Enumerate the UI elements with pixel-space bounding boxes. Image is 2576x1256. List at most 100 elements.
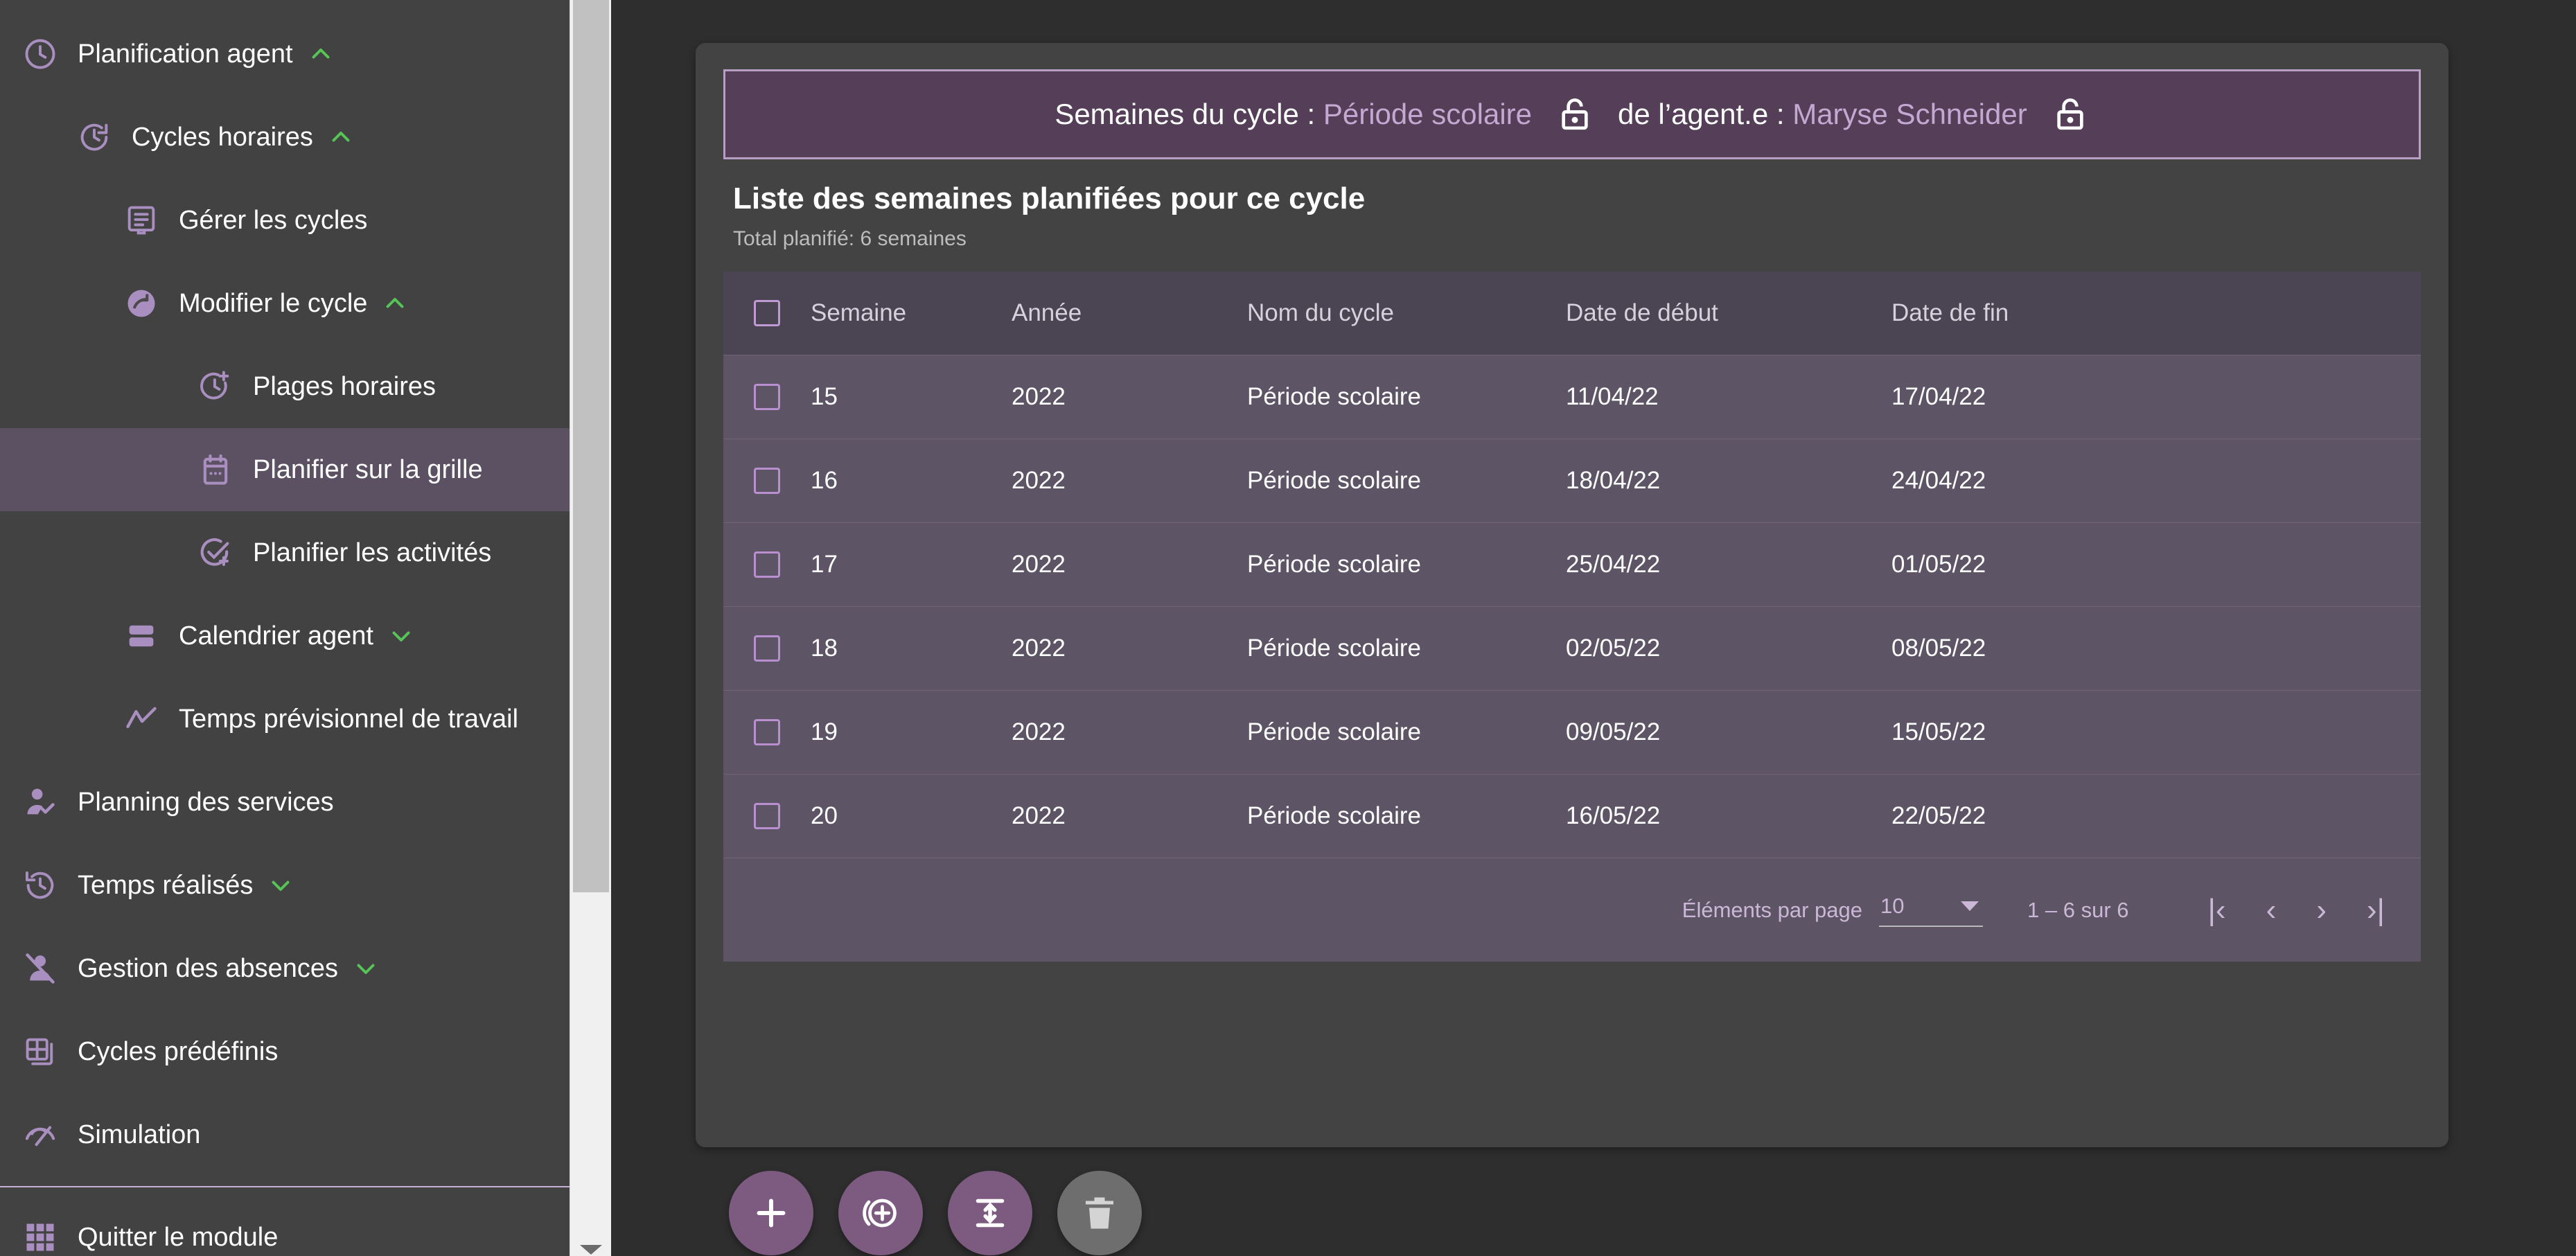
table-body: 15 2022 Période scolaire 11/04/22 17/04/22 16…: [723, 355, 2421, 858]
app-root: Planification agent Cycles horaires Gérer …: [0, 0, 2576, 1256]
row-select-cell: [723, 719, 806, 745]
sidebar-item-label: Planifier sur la grille: [253, 455, 483, 484]
sidebar-item-plages-horaires[interactable]: Plages horaires: [0, 345, 611, 428]
row-checkbox[interactable]: [754, 551, 780, 578]
row-checkbox[interactable]: [754, 635, 780, 662]
first-page-button[interactable]: |‹: [2205, 894, 2229, 926]
sidebar-item-temps-previsionnel-de-travail[interactable]: Temps prévisionnel de travail: [0, 678, 611, 761]
height-button[interactable]: [948, 1171, 1032, 1255]
row-checkbox[interactable]: [754, 803, 780, 829]
cell-semaine: 16: [811, 467, 838, 494]
sidebar-item-label: Gérer les cycles: [179, 206, 368, 235]
cell-nom: Période scolaire: [1247, 551, 1421, 578]
page-title: Liste des semaines planifiées pour ce cy…: [733, 182, 1366, 215]
previous-page-button[interactable]: ‹: [2264, 894, 2279, 926]
sidebar-item-simulation[interactable]: Simulation: [0, 1093, 611, 1176]
column-header-nom-du-cycle[interactable]: Nom du cycle: [1243, 299, 1562, 327]
sidebar-item-cycles-horaires[interactable]: Cycles horaires: [0, 96, 611, 179]
weeks-table: Semaine Année Nom du cycle Date de début…: [723, 272, 2421, 962]
check-circle-plus-icon: [197, 535, 233, 571]
sidebar-item-label: Temps prévisionnel de travail: [179, 705, 519, 734]
action-buttons: [729, 1171, 1142, 1255]
row-select-cell: [723, 635, 806, 662]
chevron-down-icon[interactable]: [389, 623, 414, 648]
chevron-up-icon[interactable]: [382, 291, 407, 316]
add-button[interactable]: [729, 1171, 813, 1255]
sidebar-item-planning-des-services[interactable]: Planning des services: [0, 761, 611, 844]
items-per-page-select[interactable]: 10: [1879, 894, 1984, 927]
column-header-date-de-debut[interactable]: Date de début: [1562, 299, 1887, 327]
sidebar-item-label: Cycles horaires: [132, 123, 313, 152]
next-page-button[interactable]: ›: [2313, 894, 2329, 926]
sidebar-item-planifier-les-activites[interactable]: Planifier les activités: [0, 511, 611, 594]
sidebar: Planification agent Cycles horaires Gérer …: [0, 0, 611, 1256]
table-row[interactable]: 18 2022 Période scolaire 02/05/22 08/05/22: [723, 606, 2421, 690]
cell-semaine: 17: [811, 551, 838, 578]
table-row[interactable]: 20 2022 Période scolaire 16/05/22 22/05/22: [723, 774, 2421, 858]
column-header-semaine[interactable]: Semaine: [806, 299, 1007, 327]
cell-nom: Période scolaire: [1247, 635, 1421, 662]
sidebar-item-gestion-des-absences[interactable]: Gestion des absences: [0, 927, 611, 1010]
sidebar-item-label: Cycles prédéfinis: [78, 1037, 279, 1066]
sidebar-scrollbar-thumb[interactable]: [573, 0, 609, 892]
table-header-row: Semaine Année Nom du cycle Date de début…: [723, 272, 2421, 355]
select-all-checkbox[interactable]: [754, 300, 780, 326]
scroll-down-arrow-icon[interactable]: [579, 1245, 602, 1255]
row-checkbox[interactable]: [754, 468, 780, 494]
chevron-down-icon[interactable]: [268, 873, 293, 898]
row-select-cell: [723, 384, 806, 410]
cell-debut: 09/05/22: [1566, 718, 1661, 745]
cell-annee: 2022: [1012, 467, 1066, 494]
chevron-up-icon[interactable]: [308, 42, 333, 67]
cell-debut: 02/05/22: [1566, 635, 1661, 662]
row-select-cell: [723, 551, 806, 578]
unlock-icon-cycle[interactable]: [1555, 95, 1594, 134]
predefined-cycle-icon: [22, 1034, 58, 1070]
cell-fin: 22/05/22: [1891, 802, 1986, 829]
cell-semaine: 15: [811, 383, 838, 410]
cell-fin: 01/05/22: [1891, 551, 1986, 578]
items-per-page-label: Éléments par page: [1682, 897, 1863, 922]
sidebar-item-planifier-sur-la-grille[interactable]: Planifier sur la grille: [0, 428, 611, 511]
chevron-down-icon[interactable]: [353, 956, 378, 981]
cell-annee: 2022: [1012, 383, 1066, 410]
sidebar-item-modifier-le-cycle[interactable]: Modifier le cycle: [0, 262, 611, 345]
sidebar-item-temps-realises[interactable]: Temps réalisés: [0, 844, 611, 927]
cell-semaine: 19: [811, 718, 838, 745]
row-checkbox[interactable]: [754, 384, 780, 410]
last-page-button[interactable]: ›|: [2364, 894, 2388, 926]
sidebar-separator: [0, 1186, 611, 1187]
table-row[interactable]: 17 2022 Période scolaire 25/04/22 01/05/22: [723, 522, 2421, 606]
cell-debut: 11/04/22: [1566, 383, 1659, 410]
sidebar-item-gerer-les-cycles[interactable]: Gérer les cycles: [0, 179, 611, 262]
add-circle-button[interactable]: [838, 1171, 923, 1255]
trend-line-icon: [123, 701, 159, 737]
banner-cycle-text: Semaines du cycle : Période scolaire: [1055, 98, 1532, 131]
sidebar-item-label: Calendrier agent: [179, 621, 373, 651]
sidebar-item-calendrier-agent[interactable]: Calendrier agent: [0, 594, 611, 678]
cell-annee: 2022: [1012, 635, 1066, 662]
banner-cycle-value: Période scolaire: [1323, 98, 1533, 130]
speed-gauge-icon: [22, 1117, 58, 1153]
sidebar-item-planification-agent[interactable]: Planification agent: [0, 12, 611, 96]
sidebar-scrollbar[interactable]: [570, 0, 611, 1256]
unlock-icon-agent[interactable]: [2051, 95, 2090, 134]
content-card: Semaines du cycle : Période scolaire de …: [696, 43, 2449, 1147]
table-row[interactable]: 15 2022 Période scolaire 11/04/22 17/04/22: [723, 355, 2421, 439]
chevron-up-icon[interactable]: [328, 125, 353, 150]
user-check-icon: [22, 784, 58, 820]
delete-button[interactable]: [1057, 1171, 1142, 1255]
cell-annee: 2022: [1012, 718, 1066, 745]
table-row[interactable]: 16 2022 Période scolaire 18/04/22 24/04/22: [723, 439, 2421, 522]
row-checkbox[interactable]: [754, 719, 780, 745]
edit-cycle-icon: [123, 285, 159, 321]
column-header-date-de-fin[interactable]: Date de fin: [1887, 299, 2421, 327]
sidebar-item-label: Temps réalisés: [78, 871, 254, 900]
column-header-annee[interactable]: Année: [1007, 299, 1243, 327]
paginator: Éléments par page 10 1 – 6 sur 6 |‹ ‹ › …: [723, 858, 2421, 962]
table-row[interactable]: 19 2022 Période scolaire 09/05/22 15/05/22: [723, 690, 2421, 774]
sidebar-item-label: Planning des services: [78, 788, 334, 817]
cell-fin: 17/04/22: [1891, 383, 1986, 410]
sidebar-item-quitter-le-module[interactable]: Quitter le module: [0, 1196, 611, 1256]
sidebar-item-cycles-predefinis[interactable]: Cycles prédéfinis: [0, 1010, 611, 1093]
